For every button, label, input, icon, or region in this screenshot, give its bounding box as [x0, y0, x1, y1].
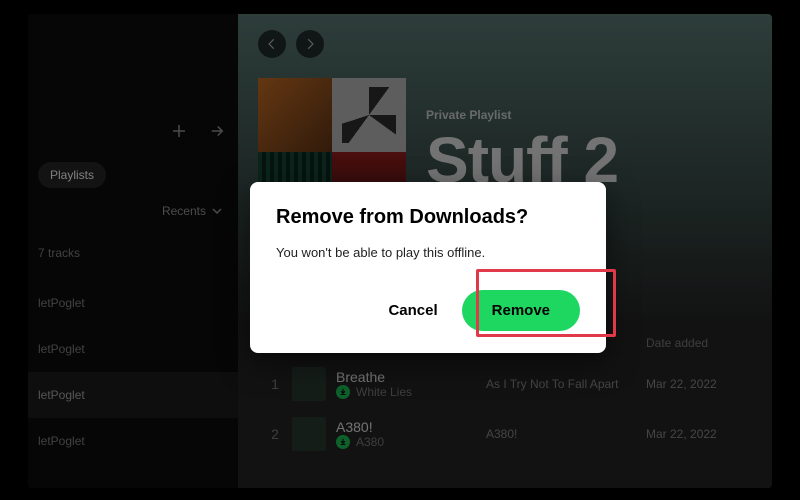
sidebar-item-playlist[interactable]: letPoglet — [28, 372, 238, 418]
create-playlist-icon[interactable] — [170, 122, 188, 140]
dialog-title: Remove from Downloads? — [276, 206, 580, 229]
playlist-list: letPoglet letPoglet letPoglet letPoglet — [28, 280, 238, 464]
playlist-kind-label: Private Playlist — [426, 108, 618, 122]
remove-downloads-dialog: Remove from Downloads? You won't be able… — [250, 182, 606, 353]
track-date: Mar 22, 2022 — [646, 427, 756, 441]
track-title: A380! — [336, 419, 384, 435]
track-art — [292, 367, 326, 401]
track-art — [292, 417, 326, 451]
downloaded-icon — [336, 435, 350, 449]
filter-pill-playlists[interactable]: Playlists — [38, 162, 106, 188]
sidebar-item-playlist[interactable]: letPoglet — [28, 326, 238, 372]
sidebar-item-playlist[interactable]: letPoglet — [28, 418, 238, 464]
track-album: As I Try Not To Fall Apart — [486, 377, 646, 391]
nav-back-button[interactable] — [258, 30, 286, 58]
row-index: 1 — [258, 376, 292, 392]
col-date: Date added — [646, 336, 756, 350]
table-row[interactable]: 2 A380! A380 A380! Mar 22, 2022 — [258, 409, 756, 459]
table-row[interactable]: 1 Breathe White Lies As I Try Not To Fal… — [258, 359, 756, 409]
dialog-body: You won't be able to play this offline. — [276, 245, 580, 260]
track-artist: White Lies — [356, 385, 412, 399]
track-date: Mar 22, 2022 — [646, 377, 756, 391]
sidebar-item-playlist[interactable]: letPoglet — [28, 280, 238, 326]
sort-recents[interactable]: Recents — [162, 204, 222, 218]
expand-library-icon[interactable] — [208, 122, 226, 140]
sidebar: Playlists Recents 7 tracks letPoglet let… — [28, 14, 238, 488]
track-table: # Title Album Date added 1 Breathe White… — [258, 336, 756, 459]
sidebar-track-count: 7 tracks — [38, 246, 80, 260]
track-album: A380! — [486, 427, 646, 441]
downloaded-icon — [336, 385, 350, 399]
track-title: Breathe — [336, 369, 412, 385]
remove-button[interactable]: Remove — [462, 290, 580, 331]
row-index: 2 — [258, 426, 292, 442]
nav-forward-button[interactable] — [296, 30, 324, 58]
sort-label: Recents — [162, 204, 206, 218]
track-artist: A380 — [356, 435, 384, 449]
chevron-down-icon — [212, 206, 222, 216]
cancel-button[interactable]: Cancel — [388, 302, 437, 319]
